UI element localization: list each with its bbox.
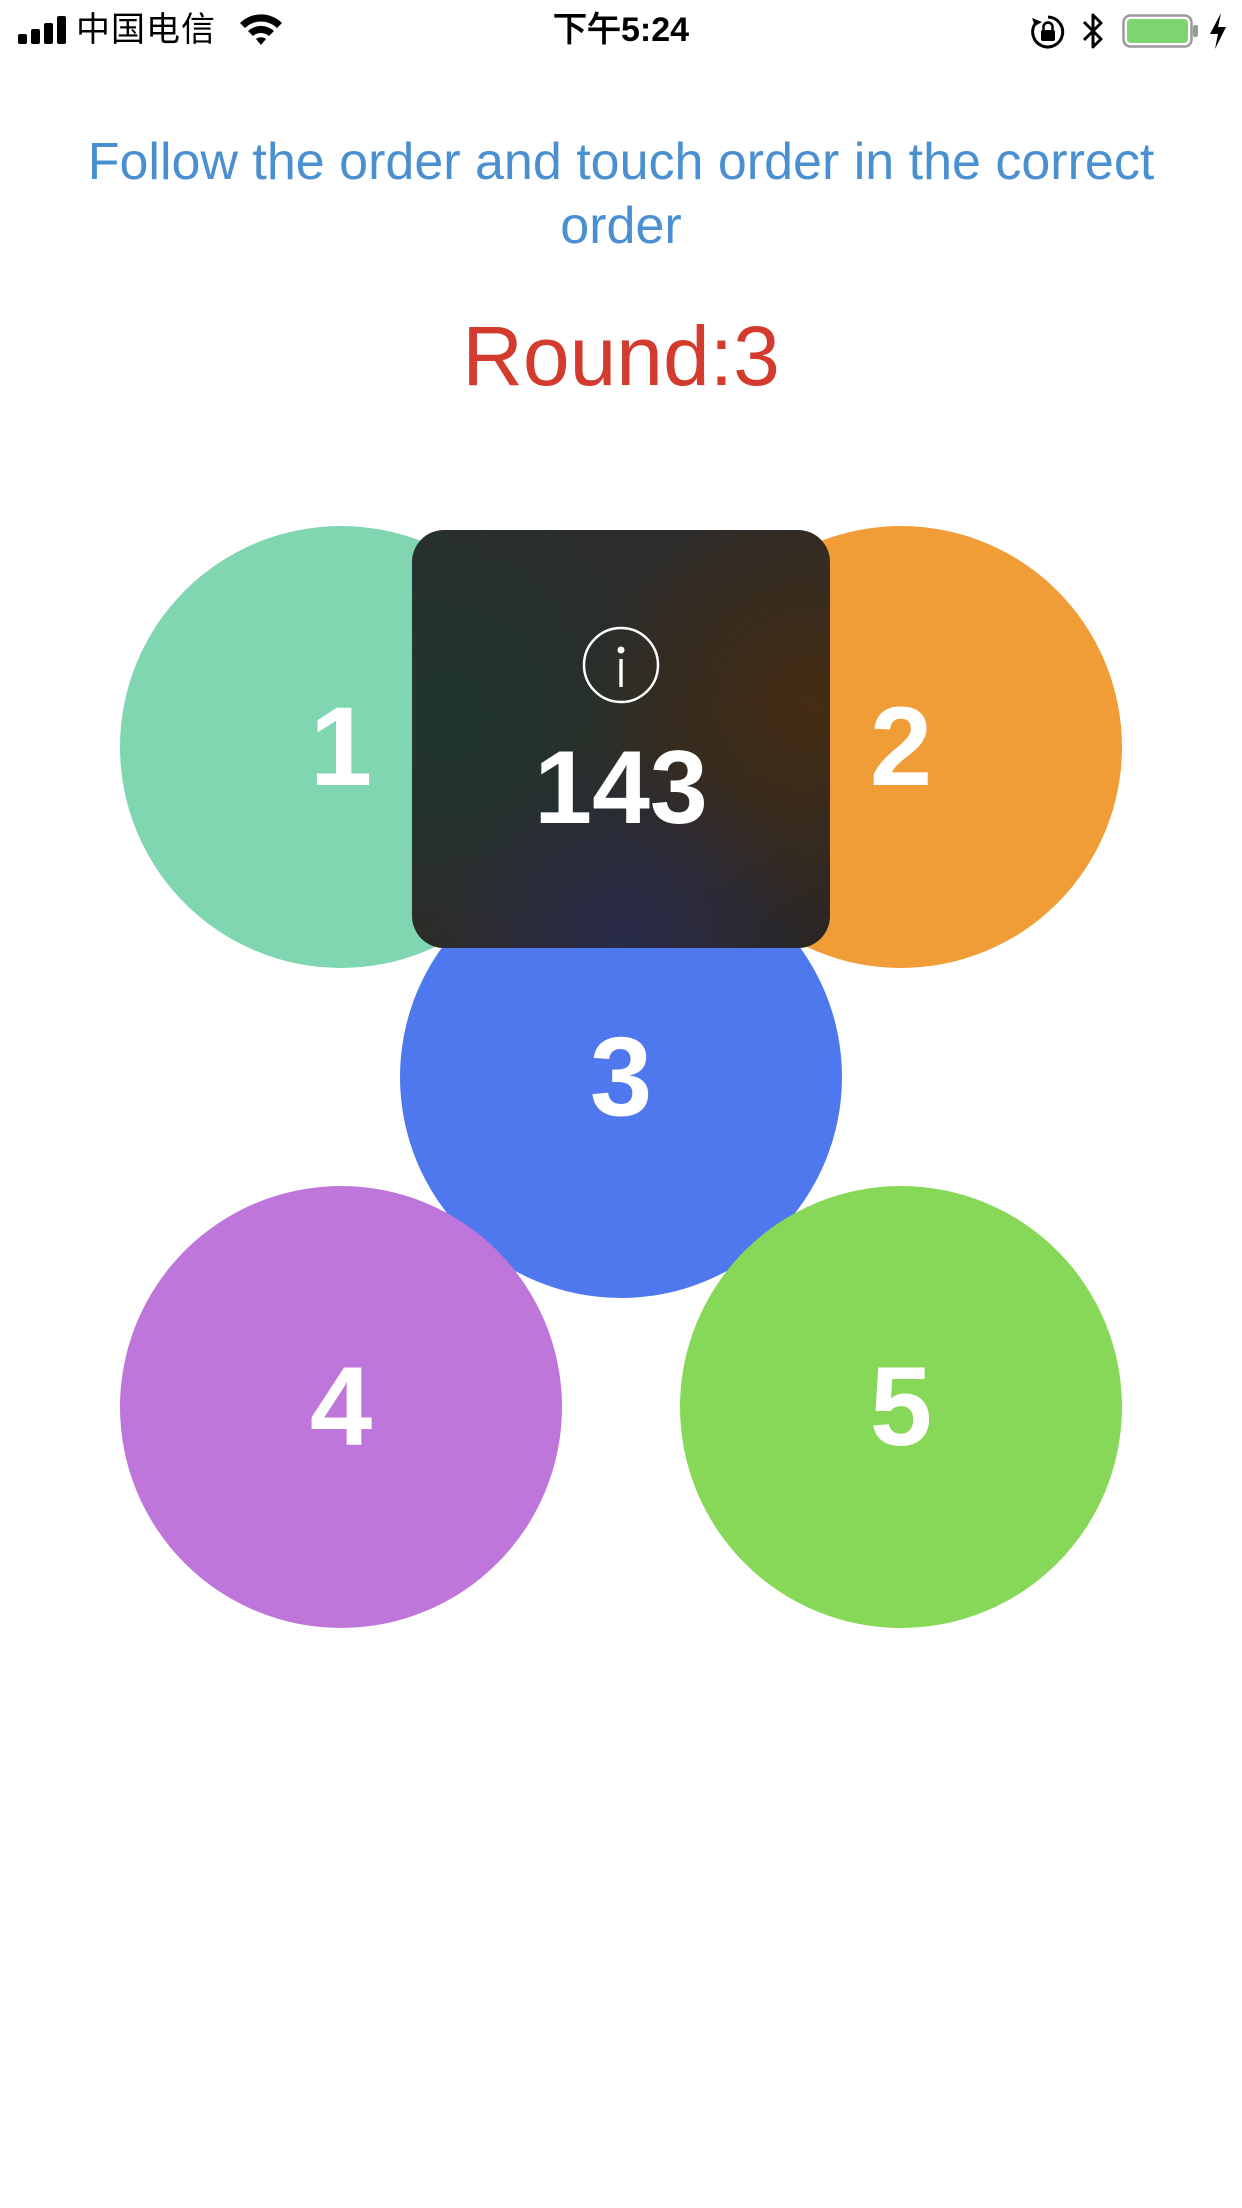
hud-counter: 143 bbox=[534, 730, 708, 846]
circle-label-5: 5 bbox=[869, 1344, 933, 1469]
bluetooth-icon bbox=[1082, 13, 1103, 49]
instruction-text: Follow the order and touch order in the … bbox=[87, 133, 1155, 255]
round-label: Round:3 bbox=[462, 309, 780, 403]
circle-label-3: 3 bbox=[589, 1014, 653, 1139]
circle-label-4: 4 bbox=[309, 1344, 373, 1469]
circle-label-2: 2 bbox=[869, 684, 933, 809]
circle-label-1: 1 bbox=[309, 684, 373, 809]
circle-button-5[interactable]: 5 bbox=[680, 1186, 1122, 1628]
info-icon bbox=[582, 626, 660, 704]
circle-button-4[interactable]: 4 bbox=[120, 1186, 562, 1628]
rotation-lock-icon bbox=[1031, 15, 1065, 49]
hud-overlay: 143 bbox=[412, 530, 830, 948]
battery-icon bbox=[1122, 14, 1198, 48]
status-bar: 中国电信 下午5:24 bbox=[0, 0, 1242, 62]
charging-icon bbox=[1210, 13, 1226, 49]
